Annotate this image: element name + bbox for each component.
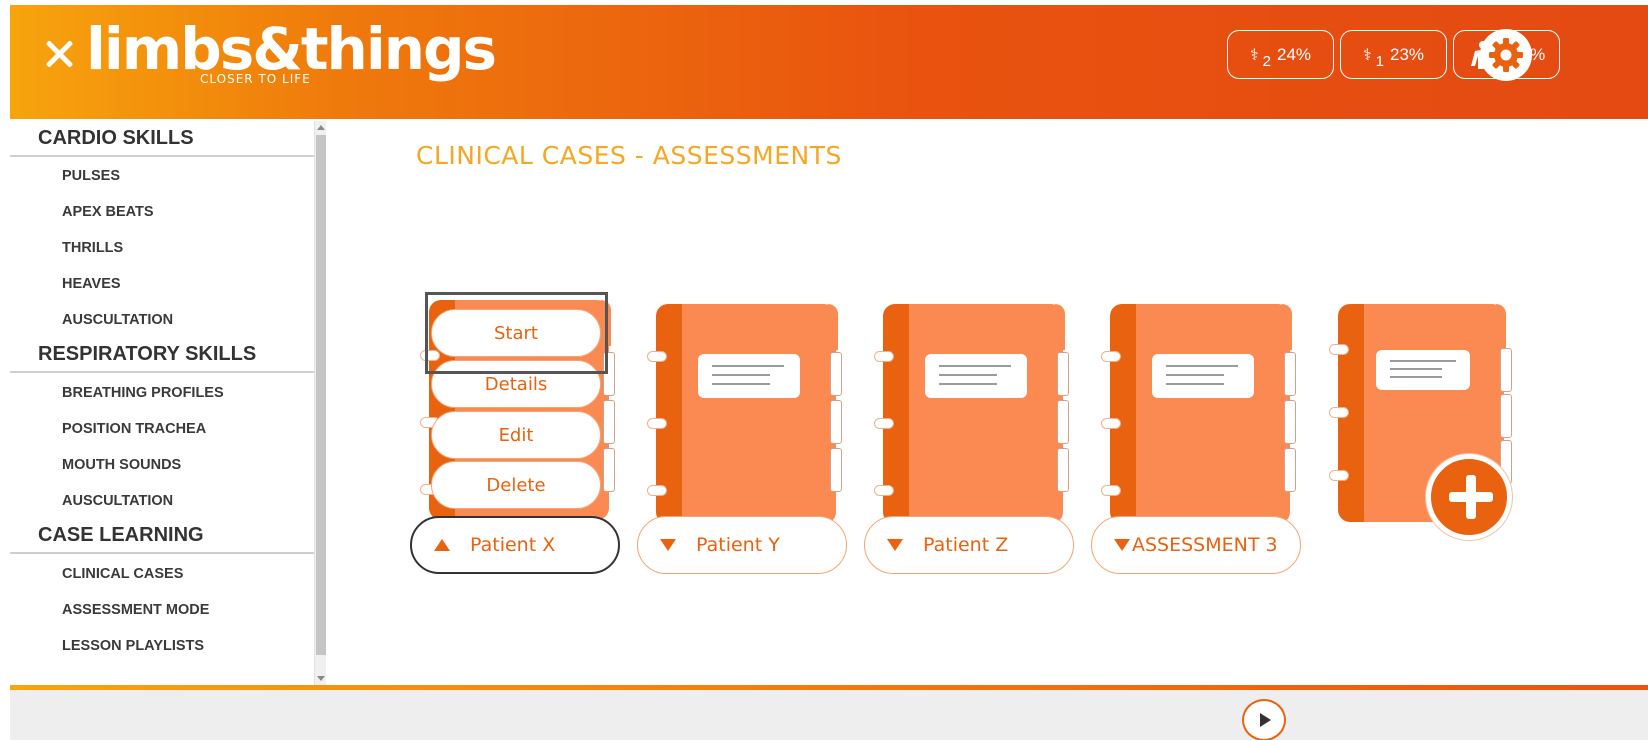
binder-cover: [656, 304, 838, 524]
case-pill-patient-z[interactable]: Patient Z: [864, 516, 1074, 574]
binder-tab: [830, 352, 842, 396]
binder-tab: [603, 448, 615, 492]
section-cardio-skills[interactable]: CARDIO SKILLS: [10, 121, 322, 157]
binder-tab: [1057, 352, 1069, 396]
close-icon[interactable]: [36, 31, 82, 77]
binder-ring: [1329, 344, 1349, 355]
collapse-arrow-icon: [434, 539, 450, 551]
binder-tab: [1284, 400, 1296, 444]
sidebar-item-apex-beats[interactable]: APEX BEATS: [10, 194, 322, 230]
binder-label-card: [1152, 354, 1254, 398]
scroll-down-arrow-icon[interactable]: [317, 676, 325, 681]
binder-ring: [874, 351, 894, 362]
delete-button[interactable]: Delete: [431, 461, 601, 509]
sidebar-item-heaves[interactable]: HEAVES: [10, 266, 322, 302]
binder-tab: [603, 400, 615, 444]
binder-cover: [883, 304, 1065, 524]
play-icon[interactable]: [1242, 699, 1286, 740]
binder-tab: [603, 352, 615, 396]
binder-label-card: [698, 354, 800, 398]
sidebar-item-assessment-mode[interactable]: ASSESSMENT MODE: [10, 592, 322, 628]
start-button[interactable]: Start: [431, 309, 601, 357]
settings-gear-icon[interactable]: [1480, 29, 1532, 81]
binder-label-card: [925, 354, 1027, 398]
edit-button[interactable]: Edit: [431, 411, 601, 459]
logo-tagline: CLOSER TO LIFE: [200, 72, 311, 86]
sidebar-item-breathing-profiles[interactable]: BREATHING PROFILES: [10, 375, 322, 411]
binder-ring: [420, 350, 440, 361]
add-case-plus-icon[interactable]: [1426, 454, 1512, 540]
sidebar-item-clinical-cases[interactable]: CLINICAL CASES: [10, 556, 322, 592]
binder-ring: [647, 485, 667, 496]
binder-tab: [830, 448, 842, 492]
sidebar-item-lesson-playlists[interactable]: LESSON PLAYLISTS: [10, 628, 322, 664]
scroll-thumb[interactable]: [316, 135, 326, 655]
sidebar-item-cardio-auscultation[interactable]: AUSCULTATION: [10, 302, 322, 338]
case-binder-patient-y[interactable]: [647, 304, 842, 534]
binder-ring: [1101, 351, 1121, 362]
binder-tab: [1500, 348, 1512, 392]
sidebar: CARDIO SKILLS PULSES APEX BEATS THRILLS …: [10, 121, 323, 685]
binder-ring: [647, 351, 667, 362]
binder-ring: [874, 418, 894, 429]
app-header: limbs&things CLOSER TO LIFE ⚕ 2 24% ⚕ 1 …: [10, 5, 1648, 119]
scroll-up-arrow-icon[interactable]: [317, 125, 325, 130]
case-binder-assessment-3[interactable]: [1101, 304, 1296, 534]
sidebar-scrollbar[interactable]: [314, 121, 326, 685]
sidebar-item-position-trachea[interactable]: POSITION TRACHEA: [10, 411, 322, 447]
binder-ring: [874, 485, 894, 496]
expand-arrow-icon: [1114, 539, 1130, 551]
binder-ring: [647, 418, 667, 429]
binder-ring: [1101, 485, 1121, 496]
stethoscope-2-status[interactable]: ⚕ 2 24%: [1227, 30, 1334, 79]
expand-arrow-icon: [887, 539, 903, 551]
binder-label-card: [1376, 350, 1470, 390]
page-title: CLINICAL CASES - ASSESSMENTS: [416, 141, 842, 170]
binder-tab: [1284, 352, 1296, 396]
sidebar-item-respiratory-auscultation[interactable]: AUSCULTATION: [10, 483, 322, 519]
binder-ring: [1329, 407, 1349, 418]
details-button[interactable]: Details: [431, 360, 601, 408]
binder-cover: [1110, 304, 1292, 524]
binder-tab: [1057, 400, 1069, 444]
binder-ring: [1329, 470, 1349, 481]
section-respiratory-skills[interactable]: RESPIRATORY SKILLS: [10, 337, 322, 373]
section-case-learning[interactable]: CASE LEARNING: [10, 518, 322, 554]
case-pill-assessment-3[interactable]: ASSESSMENT 3: [1091, 516, 1301, 574]
binder-tab: [1057, 448, 1069, 492]
sidebar-item-thrills[interactable]: THRILLS: [10, 230, 322, 266]
case-binder-patient-z[interactable]: [874, 304, 1069, 534]
stethoscope-icon: ⚕: [1362, 45, 1372, 64]
case-pill-patient-x[interactable]: Patient X: [410, 516, 620, 574]
binder-tab: [1284, 448, 1296, 492]
stethoscope-1-status[interactable]: ⚕ 1 23%: [1340, 30, 1447, 79]
binder-tab: [830, 400, 842, 444]
expand-arrow-icon: [660, 539, 676, 551]
footer-bar: [10, 690, 1648, 740]
case-pill-patient-y[interactable]: Patient Y: [637, 516, 847, 574]
sidebar-item-pulses[interactable]: PULSES: [10, 158, 322, 194]
sidebar-item-mouth-sounds[interactable]: MOUTH SOUNDS: [10, 447, 322, 483]
binder-ring: [1101, 418, 1121, 429]
stethoscope-icon: ⚕: [1249, 45, 1259, 64]
binder-tab: [1500, 394, 1512, 438]
